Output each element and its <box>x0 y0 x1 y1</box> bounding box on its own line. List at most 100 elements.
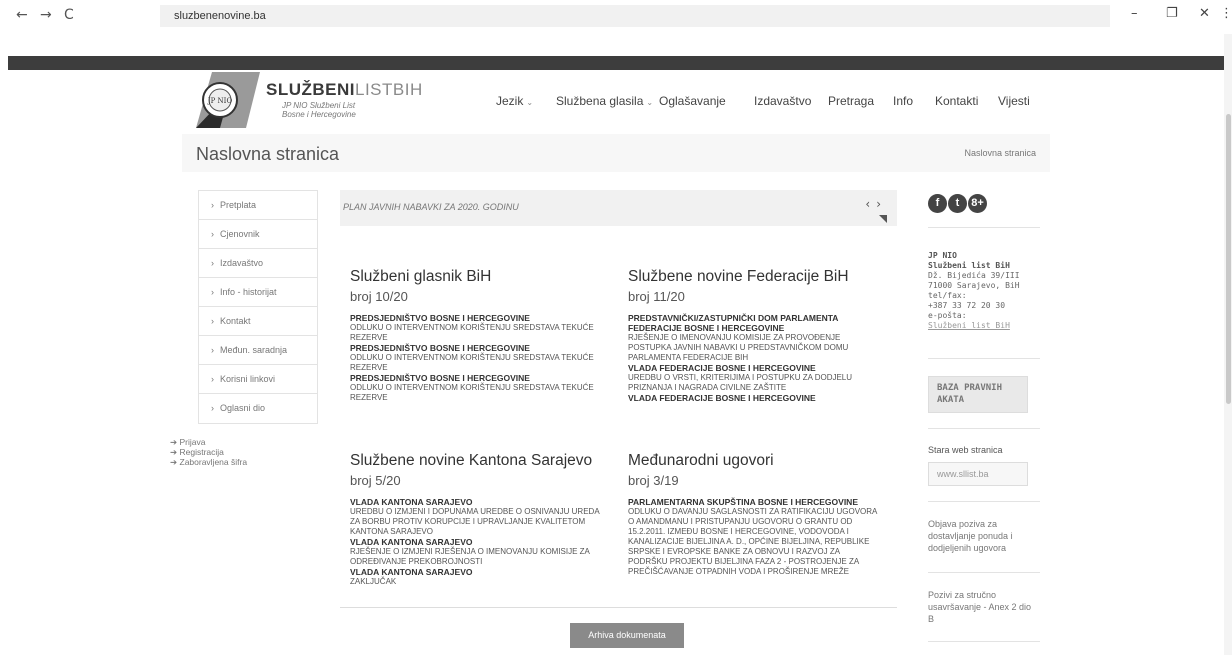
journal-entries: VLADA KANTONA SARAJEVO UREDBU O IZMJENI … <box>350 497 600 609</box>
social-links: f t 8+ <box>928 191 988 213</box>
sidebar-item-kontakt[interactable]: › Kontakt <box>199 307 317 336</box>
chevron-down-icon: ⌄ <box>526 98 534 107</box>
entry-link[interactable]: ODLUKU O INTERVENTNOM KORIŠTENJU SREDSTA… <box>350 383 600 403</box>
brand-subtitle-line2: Bosne i Hercegovine <box>282 110 356 119</box>
sidebar-item-oglasni-dio[interactable]: › Oglasni dio <box>199 394 317 423</box>
nav-izdavastvo[interactable]: Izdavaštvo <box>754 94 811 108</box>
tenders-link[interactable]: Objava poziva za dostavljanje ponuda i d… <box>928 518 1033 554</box>
divider <box>928 428 1040 429</box>
journal-issue[interactable]: broj 10/20 <box>350 289 600 304</box>
site-top-bar <box>8 56 1229 70</box>
entry-publisher: VLADA KANTONA SARAJEVO <box>350 567 473 577</box>
baza-pravnih-akata-button[interactable]: BAZA PRAVNIH AKATA <box>928 376 1028 413</box>
nav-info[interactable]: Info <box>893 94 913 108</box>
chevron-right-icon[interactable]: › <box>876 197 887 211</box>
archive-button[interactable]: Arhiva dokumenata <box>570 623 684 648</box>
sidebar-item-korisni-linkovi[interactable]: › Korisni linkovi <box>199 365 317 394</box>
brand-subtitle-line1: JP NIO Službeni List <box>282 101 356 110</box>
sidebar-item-medun-saradnja[interactable]: › Međun. saradnja <box>199 336 317 365</box>
chevron-left-icon[interactable]: ‹ <box>865 197 876 211</box>
login-link[interactable]: ➔ Prijava <box>170 437 247 447</box>
email-label: e-pošta: <box>928 311 967 320</box>
chevron-down-icon: ⌄ <box>646 98 654 107</box>
corner-triangle-icon <box>879 215 887 223</box>
training-link[interactable]: Pozivi za stručno usavršavanje - Anex 2 … <box>928 589 1033 625</box>
browser-menu-icon[interactable]: ⋮ <box>1220 6 1232 21</box>
forward-icon[interactable]: → <box>40 7 52 23</box>
tel-label: tel/fax: <box>928 291 967 300</box>
journal-issue[interactable]: broj 3/19 <box>628 473 878 488</box>
restore-icon[interactable]: ❐ <box>1166 6 1178 21</box>
nav-kontakti[interactable]: Kontakti <box>935 94 978 108</box>
journal-medjunarodni-ugovori: Međunarodni ugovori broj 3/19 PARLAMENTA… <box>628 452 878 609</box>
nav-jezik[interactable]: Jezik ⌄ <box>496 94 533 108</box>
old-site-label: Stara web stranica <box>928 445 1003 455</box>
forgot-password-link[interactable]: ➔ Zaboravljena šifra <box>170 457 247 467</box>
entry-publisher: VLADA KANTONA SARAJEVO <box>350 497 473 507</box>
entry-link[interactable]: ODLUKU O DAVANJU SAGLASNOSTI ZA RATIFIKA… <box>628 507 878 577</box>
entry-link[interactable]: UREDBU O VRSTI, KRITERIJIMA I POSTUPKU Z… <box>628 373 878 393</box>
divider <box>928 572 1040 573</box>
ticker-arrows: ‹› <box>865 197 887 211</box>
sidebar-item-izdavastvo[interactable]: › Izdavaštvo <box>199 249 317 278</box>
journal-title[interactable]: Službeni glasnik BiH <box>350 268 600 286</box>
sidebar-item-info-historijat[interactable]: › Info - historijat <box>199 278 317 307</box>
sidebar-item-pretplata[interactable]: › Pretplata <box>199 191 317 220</box>
entry-link[interactable]: RJEŠENJE O IZMJENI RJEŠENJA O IMENOVANJU… <box>350 547 600 567</box>
divider <box>928 227 1040 228</box>
journal-novine-fbih: Službene novine Federacije BiH broj 11/2… <box>628 268 878 425</box>
register-link[interactable]: ➔ Registracija <box>170 447 247 457</box>
entry-publisher: PREDSJEDNIŠTVO BOSNE I HERCEGOVINE <box>350 373 530 383</box>
minimize-icon[interactable]: – <box>1131 6 1138 21</box>
entry-link[interactable]: UREDBU O IZMJENI I DOPUNAMA UREDBE O OSN… <box>350 507 600 537</box>
facebook-icon[interactable]: f <box>928 194 947 213</box>
journal-title[interactable]: Međunarodni ugovori <box>628 452 878 470</box>
tel-value: +387 33 72 20 30 <box>928 301 1006 310</box>
entry-link[interactable]: ODLUKU O INTERVENTNOM KORIŠTENJU SREDSTA… <box>350 353 600 373</box>
entry-publisher: PREDSJEDNIŠTVO BOSNE I HERCEGOVINE <box>350 313 530 323</box>
nav-vijesti[interactable]: Vijesti <box>998 94 1030 108</box>
entry-publisher: PARLAMENTARNA SKUPŠTINA BOSNE I HERCEGOV… <box>628 497 858 507</box>
back-icon[interactable]: ← <box>16 7 28 23</box>
contact-info: JP NIO Službeni list BiH Dž. Bijedića 39… <box>928 251 1020 331</box>
ticker-text[interactable]: PLAN JAVNIH NABAVKI ZA 2020. GODINU <box>343 202 519 212</box>
entry-link[interactable]: ZAKLJUČAK <box>350 577 600 587</box>
sidebar-menu: › Pretplata › Cjenovnik › Izdavaštvo › Info … <box>198 190 318 424</box>
brand-name[interactable]: SLUŽBENILISTBIH <box>266 80 423 100</box>
address-line2: 71000 Sarajevo, BiH <box>928 281 1020 290</box>
arrow-right-icon: ➔ <box>170 457 178 467</box>
email-link[interactable]: Službeni list BiH <box>928 321 1020 331</box>
entry-publisher: PREDSJEDNIŠTVO BOSNE I HERCEGOVINE <box>350 343 530 353</box>
address-bar[interactable]: sluzbenenovine.ba <box>160 5 1110 27</box>
nav-pretraga[interactable]: Pretraga <box>828 94 874 108</box>
page-title-bar: Naslovna stranica Naslovna stranica <box>182 134 1050 172</box>
journal-title[interactable]: Službene novine Kantona Sarajevo <box>350 452 600 470</box>
nav-sluzbena-glasila[interactable]: Službena glasila ⌄ <box>556 94 653 108</box>
journal-issue[interactable]: broj 5/20 <box>350 473 600 488</box>
scrollbar-thumb[interactable] <box>1226 114 1231 404</box>
reload-icon[interactable]: C <box>64 7 74 23</box>
seal-logo-icon[interactable]: JP NIO <box>196 72 260 128</box>
journal-entries: PREDSTAVNIČKI/ZASTUPNIČKI DOM PARLAMENTA… <box>628 313 878 425</box>
journal-issue[interactable]: broj 11/20 <box>628 289 878 304</box>
browser-chrome: ← → C sluzbenenovine.ba – ❐ ✕ ⋮ <box>0 0 1232 34</box>
entry-publisher: PREDSTAVNIČKI/ZASTUPNIČKI DOM PARLAMENTA… <box>628 313 839 333</box>
twitter-icon[interactable]: t <box>948 194 967 213</box>
close-icon[interactable]: ✕ <box>1199 6 1210 21</box>
page-scrollbar[interactable] <box>1224 34 1232 655</box>
old-site-link[interactable]: www.sllist.ba <box>928 462 1028 486</box>
entry-link[interactable]: ODLUKU O INTERVENTNOM KORIŠTENJU SREDSTA… <box>350 323 600 343</box>
breadcrumb[interactable]: Naslovna stranica <box>964 148 1036 158</box>
entry-publisher: VLADA FEDERACIJE BOSNE I HERCEGOVINE <box>628 363 816 373</box>
news-ticker[interactable]: PLAN JAVNIH NABAVKI ZA 2020. GODINU ‹› <box>340 190 897 226</box>
journal-entries: PARLAMENTARNA SKUPŠTINA BOSNE I HERCEGOV… <box>628 497 878 609</box>
entry-publisher: VLADA KANTONA SARAJEVO <box>350 537 473 547</box>
google-plus-icon[interactable]: 8+ <box>968 194 987 213</box>
journal-glasnik-bih: Službeni glasnik BiH broj 10/20 PREDSJED… <box>350 268 600 425</box>
sidebar-item-cjenovnik[interactable]: › Cjenovnik <box>199 220 317 249</box>
entry-link[interactable]: RJEŠENJE O IMENOVANJU KOMISIJE ZA PROVOĐ… <box>628 333 878 363</box>
entry-publisher: VLADA FEDERACIJE BOSNE I HERCEGOVINE <box>628 393 816 403</box>
seal-text: JP NIO <box>207 97 233 105</box>
journal-title[interactable]: Službene novine Federacije BiH <box>628 268 878 286</box>
nav-oglasavanje[interactable]: Oglašavanje <box>659 94 726 108</box>
